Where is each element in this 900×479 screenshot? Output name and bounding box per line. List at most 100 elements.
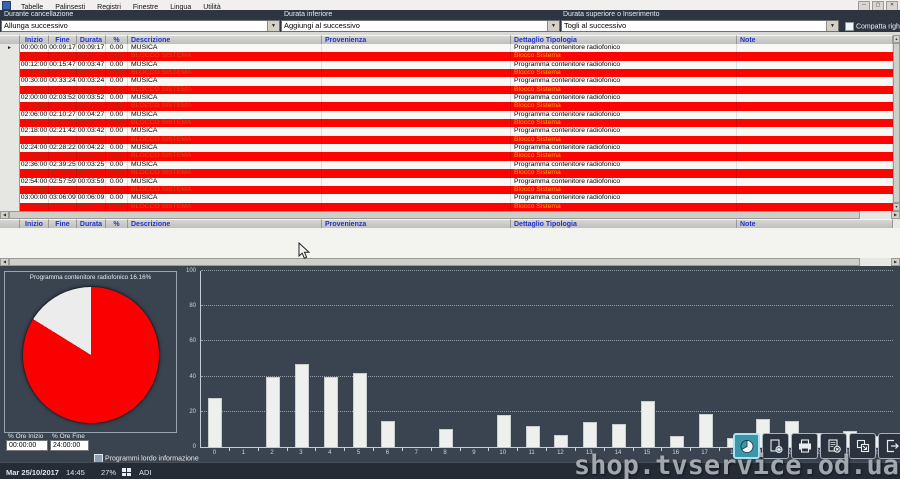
cell-fine[interactable]: 00:15:47 (49, 61, 77, 69)
cell-inizio[interactable]: 02:24:00 (20, 144, 49, 152)
cell-note[interactable] (737, 61, 893, 69)
checkbox-icon[interactable] (845, 22, 854, 31)
cell-provenienza[interactable] (322, 169, 511, 177)
cell-inizio[interactable]: 02:03:52 (20, 102, 49, 110)
cell-fine[interactable]: 00:12:00 (49, 52, 77, 60)
chevron-down-icon[interactable]: ▼ (267, 21, 279, 31)
column-header-dettaglio[interactable]: Dettaglio Tipologia (511, 219, 737, 228)
durante-cancellazione-select[interactable]: Allunga successivo ▼ (1, 20, 280, 32)
column-header-pct[interactable]: % (106, 35, 128, 44)
cell-pct[interactable]: 0.00 (106, 194, 128, 202)
cell-pct[interactable]: 0.00 (106, 178, 128, 186)
cell-fine[interactable]: 03:12:00 (49, 203, 77, 211)
cell-descrizione[interactable]: MUSICA (128, 44, 322, 52)
cell-note[interactable] (737, 169, 893, 177)
cell-inizio[interactable]: 02:57:59 (20, 186, 49, 194)
cell-note[interactable] (737, 144, 893, 152)
cell-descrizione[interactable]: MUSICA (128, 77, 322, 85)
cell-dettaglio[interactable]: Blocco Sistema (511, 169, 737, 177)
cell-note[interactable] (737, 119, 893, 127)
row-selector[interactable] (0, 169, 20, 177)
scroll-left-button[interactable]: ◀ (0, 258, 9, 266)
cell-dettaglio[interactable]: Blocco Sistema (511, 102, 737, 110)
cell-durata[interactable]: 00:14:35 (77, 169, 106, 177)
cell-inizio[interactable]: 00:12:00 (20, 61, 49, 69)
cell-note[interactable] (737, 111, 893, 119)
durata-superiore-select[interactable]: Togli al successivo ▼ (561, 20, 839, 32)
cell-provenienza[interactable] (322, 52, 511, 60)
cell-durata[interactable]: 00:03:47 (77, 61, 106, 69)
chevron-down-icon[interactable]: ▼ (547, 21, 559, 31)
cell-durata[interactable]: 00:03:59 (77, 178, 106, 186)
cell-durata[interactable]: 00:02:08 (77, 102, 106, 110)
cell-durata[interactable]: 00:04:27 (77, 111, 106, 119)
column-header-dettaglio[interactable]: Dettaglio Tipologia (511, 35, 737, 44)
cell-descrizione[interactable]: MUSICA (128, 144, 322, 152)
cell-durata[interactable]: 00:03:52 (77, 94, 106, 102)
column-header-note[interactable]: Note (737, 35, 893, 44)
row-selector[interactable] (0, 161, 20, 169)
cell-provenienza[interactable] (322, 203, 511, 211)
cell-durata[interactable]: 01:26:36 (77, 86, 106, 94)
cell-provenienza[interactable] (322, 152, 511, 160)
column-header-provenienza[interactable]: Provenienza (322, 35, 511, 44)
cell-provenienza[interactable] (322, 111, 511, 119)
cell-inizio[interactable]: 03:06:09 (20, 203, 49, 211)
cell-provenienza[interactable] (322, 161, 511, 169)
cell-dettaglio[interactable]: Programma contenitore radiofonico (511, 44, 737, 52)
scroll-down-button[interactable]: ▼ (893, 203, 900, 211)
cell-inizio[interactable]: 03:00:00 (20, 194, 49, 202)
cell-inizio[interactable]: 02:28:22 (20, 152, 49, 160)
column-header-note[interactable]: Note (737, 219, 893, 228)
cell-note[interactable] (737, 69, 893, 77)
cell-note[interactable] (737, 52, 893, 60)
cell-inizio[interactable]: 00:00:00 (20, 44, 49, 52)
cell-descrizione[interactable]: MUSICA (128, 127, 322, 135)
cell-provenienza[interactable] (322, 119, 511, 127)
column-header-durata[interactable]: Durata (77, 35, 106, 44)
row-selector[interactable] (0, 127, 20, 135)
row-selector[interactable] (0, 111, 20, 119)
cell-pct[interactable]: 0.00 (106, 161, 128, 169)
cell-note[interactable] (737, 186, 893, 194)
cell-pct[interactable]: 0.00 (106, 44, 128, 52)
cell-inizio[interactable]: 00:09:17 (20, 52, 49, 60)
cell-descrizione[interactable]: MUSICA (128, 61, 322, 69)
table-row[interactable]: 03:00:0003:06:0900:06:090.00MUSICAProgra… (0, 194, 893, 202)
cell-durata[interactable]: 00:04:22 (77, 144, 106, 152)
table-row[interactable]: 02:00:0002:03:5200:03:520.00MUSICAProgra… (0, 94, 893, 102)
cell-provenienza[interactable] (322, 86, 511, 94)
table-row[interactable]: 02:18:0002:21:4200:03:420.00MUSICAProgra… (0, 127, 893, 135)
secondary-table-body[interactable] (0, 228, 900, 258)
column-header-descrizione[interactable]: Descrizione (128, 219, 322, 228)
cell-pct[interactable]: 0.00 (106, 119, 128, 127)
row-selector[interactable] (0, 203, 20, 211)
cell-fine[interactable]: 03:00:00 (49, 186, 77, 194)
row-selector[interactable] (0, 119, 20, 127)
column-header-descrizione[interactable]: Descrizione (128, 35, 322, 44)
cell-descrizione[interactable]: BLOCCO SISTEMA (128, 102, 322, 110)
cell-dettaglio[interactable]: Blocco Sistema (511, 119, 737, 127)
row-selector[interactable] (0, 144, 20, 152)
row-selector[interactable] (0, 61, 20, 69)
cell-pct[interactable]: 0.00 (106, 61, 128, 69)
table-row[interactable]: 00:30:0000:33:2400:03:240.00MUSICAProgra… (0, 77, 893, 85)
table-row[interactable]: 02:57:5903:00:0000:02:010.00BLOCCO SISTE… (0, 186, 893, 194)
vertical-scrollbar[interactable]: ▲ ▼ (893, 35, 900, 211)
cell-dettaglio[interactable]: Programma contenitore radiofonico (511, 127, 737, 135)
cell-note[interactable] (737, 178, 893, 186)
cell-inizio[interactable]: 02:39:25 (20, 169, 49, 177)
cell-inizio[interactable]: 00:33:24 (20, 86, 49, 94)
compatta-righe-checkbox[interactable]: Compatta righe (845, 22, 900, 31)
cell-durata[interactable]: 00:07:33 (77, 119, 106, 127)
cell-pct[interactable]: 0.00 (106, 94, 128, 102)
table-row[interactable]: 00:12:0000:15:4700:03:470.00MUSICAProgra… (0, 61, 893, 69)
row-selector[interactable] (0, 94, 20, 102)
cell-pct[interactable]: 0.00 (106, 186, 128, 194)
cell-provenienza[interactable] (322, 102, 511, 110)
ore-inizio-input[interactable] (6, 440, 48, 451)
cell-dettaglio[interactable]: Blocco Sistema (511, 52, 737, 60)
cell-pct[interactable]: 0.00 (106, 102, 128, 110)
cell-pct[interactable]: 0.00 (106, 111, 128, 119)
row-selector[interactable] (0, 178, 20, 186)
